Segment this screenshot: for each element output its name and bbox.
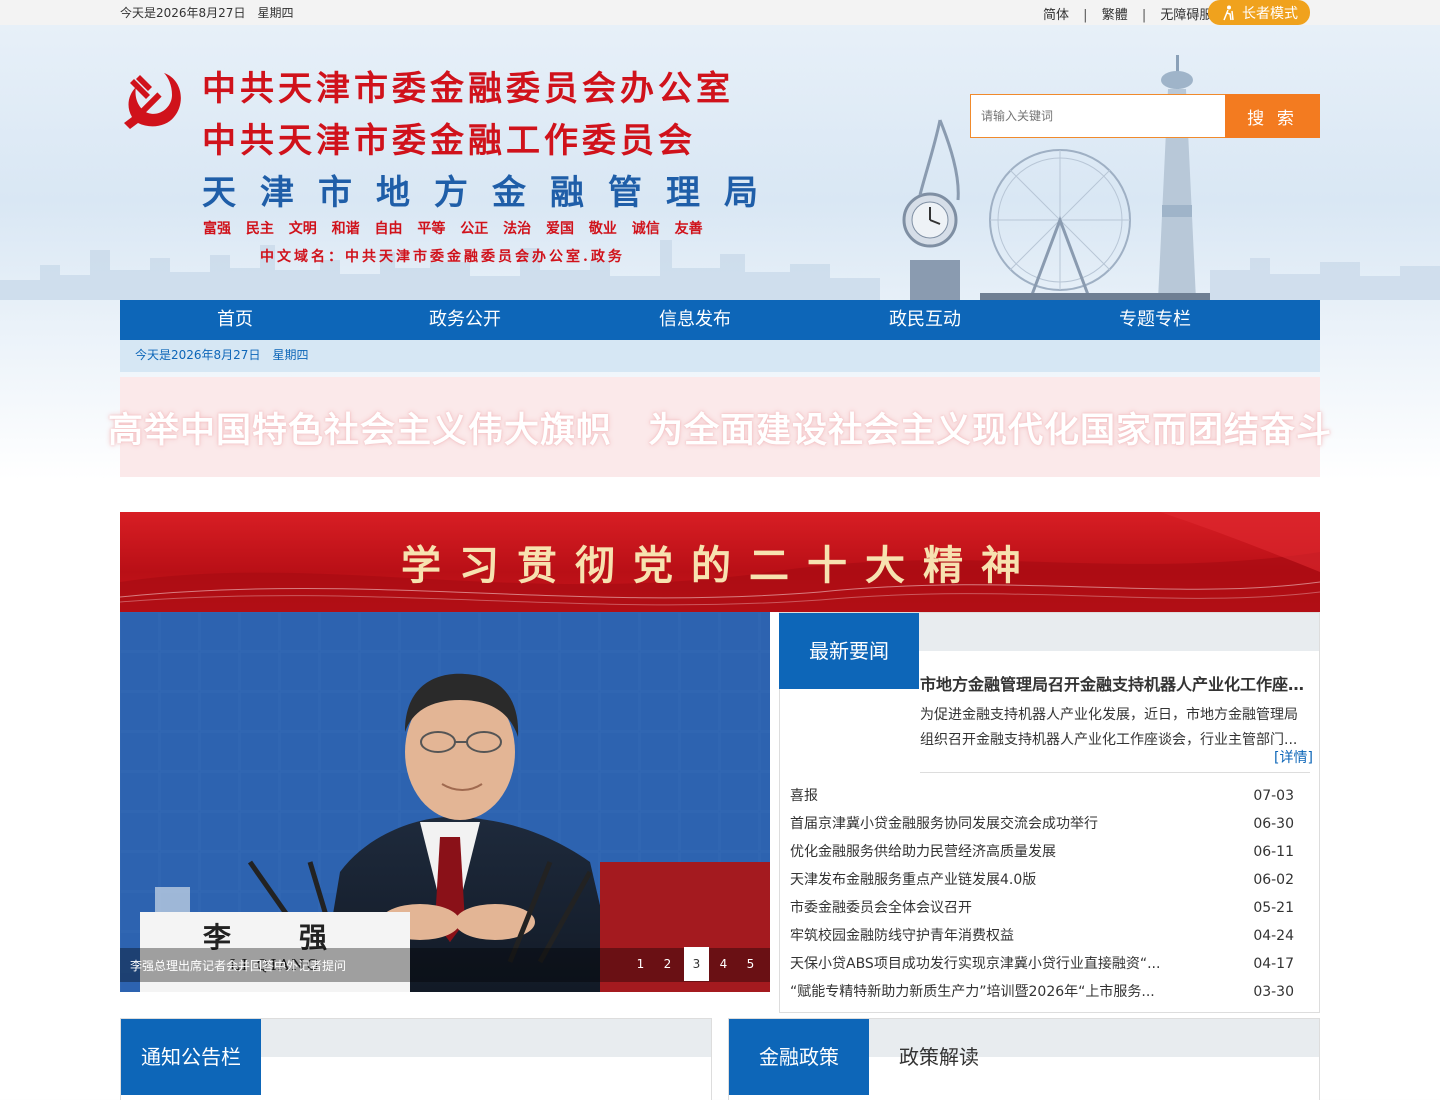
tab-notice-board[interactable]: 通知公告栏	[121, 1019, 261, 1095]
slogan-banner[interactable]: 高举中国特色社会主义伟大旗帜 为全面建设社会主义现代化国家而团结奋斗	[108, 377, 1331, 477]
elder-mode-button[interactable]: 长者模式	[1208, 0, 1310, 25]
news-list: 喜报 07-03 首届京津冀小贷金融服务协同发展交流会成功举行 06-30 优化金融…	[790, 784, 1310, 1008]
subbar-date: 今天是2026年8月27日 星期四	[135, 348, 309, 362]
nav-item-public-interaction[interactable]: 政民互动	[810, 300, 1040, 340]
separator: |	[1141, 8, 1147, 23]
nav-item-government-affairs[interactable]: 政务公开	[350, 300, 580, 340]
chinese-domain-name: 中文域名：中共天津市委金融委员会办公室.政务	[260, 249, 625, 265]
news-item-date: 06-11	[1253, 844, 1294, 860]
news-item-title[interactable]: 市委金融委员会全体会议召开	[790, 896, 972, 924]
carousel-page-3[interactable]: 3	[684, 947, 709, 981]
news-item-title[interactable]: 天保小贷ABS项目成功发行实现京津冀小贷行业直接融资“...	[790, 952, 1160, 980]
news-item-title[interactable]: 天津发布金融服务重点产业链发展4.0版	[790, 868, 1036, 896]
news-item-title[interactable]: 优化金融服务供给助力民营经济高质量发展	[790, 840, 1056, 868]
list-item[interactable]: 天津发布金融服务重点产业链发展4.0版 06-02	[790, 868, 1310, 896]
search-input[interactable]	[970, 94, 1226, 138]
nav-item-information-release[interactable]: 信息发布	[580, 300, 810, 340]
tianjin-landmark-illustration	[902, 55, 1210, 300]
org-title-3: 天津市地方金融管理局	[202, 173, 782, 213]
news-item-date: 04-17	[1253, 956, 1294, 972]
core-values-text: 富强 民主 文明 和谐 自由 平等 公正 法治 爱国 敬业 诚信 友善	[203, 221, 703, 237]
language-links: 简体 | 繁體 | 无障碍服务	[1043, 4, 1225, 23]
news-item-date: 03-30	[1253, 984, 1294, 1000]
org-title-1: 中共天津市委金融委员会办公室	[202, 69, 734, 109]
carousel-page-4[interactable]: 4	[711, 947, 736, 981]
slogan-text: 高举中国特色社会主义伟大旗帜 为全面建设社会主义现代化国家而团结奋斗	[108, 410, 1333, 451]
news-item-date: 04-24	[1253, 928, 1294, 944]
latest-news-panel: 最新要闻 市地方金融管理局召开金融支持机器人产业化工作座谈会 为促进金融支持机器…	[779, 612, 1320, 1013]
nav-item-special-topics[interactable]: 专题专栏	[1040, 300, 1270, 340]
news-item-title[interactable]: 喜报	[790, 784, 818, 812]
news-item-title[interactable]: 牢筑校园金融防线守护青年消费权益	[790, 924, 1014, 952]
study-banner-text: 学习贯彻党的二十大精神	[401, 542, 1039, 589]
carousel-page-1[interactable]: 1	[628, 947, 653, 981]
featured-news-summary: 为促进金融支持机器人产业化发展，近日，市地方金融管理局组织召开金融支持机器人产业…	[920, 707, 1298, 748]
traditional-chinese-link[interactable]: 繁體	[1102, 4, 1128, 23]
site-header: 中共天津市委金融委员会办公室 中共天津市委金融工作委员会 天津市地方金融管理局 …	[0, 25, 1440, 300]
list-item[interactable]: 市委金融委员会全体会议召开 05-21	[790, 896, 1310, 924]
list-item[interactable]: 首届京津冀小贷金融服务协同发展交流会成功举行 06-30	[790, 812, 1310, 840]
news-item-date: 05-21	[1253, 900, 1294, 916]
divider	[920, 772, 1310, 773]
list-item[interactable]: 喜报 07-03	[790, 784, 1310, 812]
list-item[interactable]: 天保小贷ABS项目成功发行实现京津冀小贷行业直接融资“... 04-17	[790, 952, 1310, 980]
news-item-title[interactable]: 首届京津冀小贷金融服务协同发展交流会成功举行	[790, 812, 1098, 840]
simplified-chinese-link[interactable]: 简体	[1043, 4, 1069, 23]
carousel-pagination: 1 2 3 4 5	[628, 947, 770, 981]
search-button[interactable]: 搜 索	[1225, 94, 1320, 138]
banner-spacer	[120, 477, 1320, 512]
list-item[interactable]: 牢筑校园金融防线守护青年消费权益 04-24	[790, 924, 1310, 952]
tab-financial-policy[interactable]: 金融政策	[729, 1019, 869, 1095]
news-photo-carousel[interactable]: 李 强 LI QIANG 李强总理出席记者会并回答中外记者提问 1 2 3 4 …	[120, 612, 770, 992]
carousel-page-2[interactable]: 2	[655, 947, 680, 981]
date-subbar: 今天是2026年8月27日 星期四	[120, 340, 1320, 372]
financial-policy-panel: 金融政策 政策解读	[728, 1018, 1320, 1100]
tab-latest-news[interactable]: 最新要闻	[779, 613, 919, 689]
study-banner[interactable]: 学习贯彻党的二十大精神	[120, 512, 1320, 612]
news-item-date: 07-03	[1253, 788, 1294, 804]
featured-news-title[interactable]: 市地方金融管理局召开金融支持机器人产业化工作座谈会	[920, 671, 1310, 695]
elder-mode-label: 长者模式	[1242, 5, 1298, 22]
elder-icon	[1223, 5, 1234, 20]
list-item[interactable]: 优化金融服务供给助力民营经济高质量发展 06-11	[790, 840, 1310, 868]
nav-item-home[interactable]: 首页	[120, 300, 350, 340]
news-item-title[interactable]: “赋能专精特新助力新质生产力”培训暨2026年“上市服务...	[790, 980, 1155, 1008]
top-utility-bar: 今天是2026年8月27日 星期四 简体 | 繁體 | 无障碍服务 长者模式	[0, 0, 1440, 25]
main-nav: 首页 政务公开 信息发布 政民互动 专题专栏	[120, 300, 1320, 340]
party-emblem-icon	[124, 73, 181, 129]
news-item-date: 06-30	[1253, 816, 1294, 832]
list-item[interactable]: “赋能专精特新助力新质生产力”培训暨2026年“上市服务... 03-30	[790, 980, 1310, 1008]
top-date: 今天是2026年8月27日 星期四	[120, 6, 294, 20]
carousel-caption[interactable]: 李强总理出席记者会并回答中外记者提问	[130, 957, 346, 974]
news-item-date: 06-02	[1253, 872, 1294, 888]
featured-news-details-link[interactable]: [详情]	[1274, 747, 1313, 767]
tab-policy-interpretation[interactable]: 政策解读	[869, 1019, 1009, 1095]
org-title-2: 中共天津市委金融工作委员会	[202, 121, 696, 161]
separator: |	[1083, 8, 1088, 23]
carousel-page-5[interactable]: 5	[738, 947, 763, 981]
notice-board-panel: 通知公告栏	[120, 1018, 712, 1100]
